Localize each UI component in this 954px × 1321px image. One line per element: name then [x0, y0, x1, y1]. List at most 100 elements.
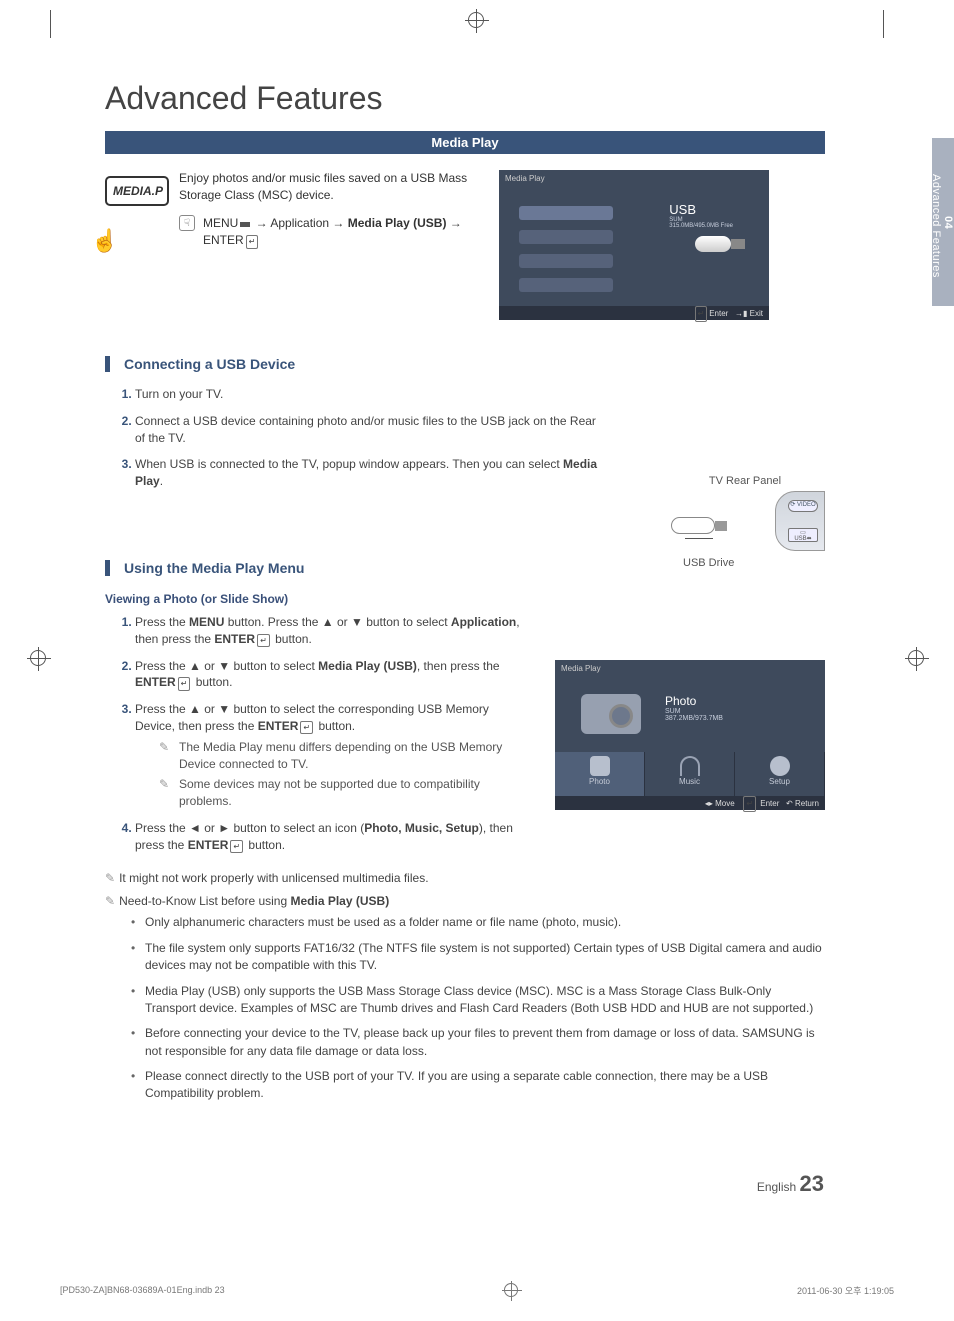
sub-header-viewing: Viewing a Photo (or Slide Show)	[105, 592, 825, 606]
device-row	[519, 278, 613, 292]
registration-mark-icon	[468, 12, 484, 28]
note-icon: ✎	[105, 893, 115, 910]
path-enter: ENTER	[203, 233, 244, 247]
path-mediaplay: Media Play (USB)	[348, 216, 447, 230]
return-icon: ↶	[786, 799, 793, 808]
tab-setup: Setup	[735, 752, 825, 796]
tab-music: Music	[645, 752, 735, 796]
registration-mark-icon	[908, 650, 924, 666]
crop-mark	[50, 10, 51, 38]
remote-button-graphic: MEDIA.P ☝	[105, 170, 169, 254]
connecting-steps: Turn on your TV. Connect a USB device co…	[105, 386, 605, 490]
move-icon: ◂▸	[705, 799, 713, 808]
enter-icon: ↵	[257, 634, 270, 647]
ss1-tag: Media Play	[505, 174, 545, 183]
step-3: When USB is connected to the TV, popup w…	[135, 456, 605, 490]
list-item: Only alphanumeric characters must be use…	[145, 914, 825, 931]
intro-row: MEDIA.P ☝ Enjoy photos and/or music file…	[105, 170, 825, 320]
mediap-button-label: MEDIA.P	[105, 176, 169, 206]
chapter-number: 04	[942, 146, 954, 300]
media-play-screenshot-1: Media Play Device Name USB SUM 315.0MB/4…	[499, 170, 769, 320]
list-item: Before connecting your device to the TV,…	[145, 1025, 825, 1060]
video-port: ⟳ VIDEO	[788, 500, 818, 512]
list-item: Media Play (USB) only supports the USB M…	[145, 983, 825, 1018]
media-tabs: Photo Music Setup	[555, 752, 825, 796]
print-file: [PD530-ZA]BN68-03689A-01Eng.indb 23	[60, 1285, 225, 1295]
menu-step-2: Press the ▲ or ▼ button to select Media …	[135, 658, 525, 692]
note-icon: ✎	[159, 739, 169, 756]
remote-icon: ☟	[179, 215, 195, 231]
photo-info: Photo SUM 387.2MB/973.7MB	[665, 694, 723, 722]
crop-mark	[883, 10, 884, 38]
device-row	[519, 254, 613, 268]
photo-free: 387.2MB/973.7MB	[665, 715, 723, 722]
list-item: Please connect directly to the USB port …	[145, 1068, 825, 1103]
intro-description: Enjoy photos and/or music files saved on…	[179, 170, 485, 205]
photo-sum: SUM	[665, 708, 723, 715]
ss1-footer: ↵Enter →▮ Exit	[499, 306, 769, 320]
usb-port: ▭USB⬌	[788, 528, 818, 542]
enter-icon: ↵	[230, 840, 243, 853]
ss2-tag: Media Play	[561, 664, 601, 673]
menu-step-4: Press the ◄ or ► button to select an ico…	[135, 820, 525, 854]
intro-left: MEDIA.P ☝ Enjoy photos and/or music file…	[105, 170, 485, 320]
print-timestamp: 2011-06-30 오후 1:19:05	[797, 1284, 894, 1297]
enter-icon: ↵	[246, 235, 259, 249]
hand-icon: ☝	[91, 228, 169, 254]
chapter-label: Advanced Features	[930, 146, 942, 306]
registration-mark-icon	[30, 650, 46, 666]
need-to-know-list: Only alphanumeric characters must be use…	[105, 914, 825, 1103]
device-row-selected	[519, 206, 613, 220]
device-row	[519, 230, 613, 244]
enter-icon: ↵	[695, 306, 708, 322]
tab-photo: Photo	[555, 752, 645, 796]
note-need-to-know: ✎Need-to-Know List before using Media Pl…	[105, 893, 825, 910]
enter-icon: ↵	[743, 796, 756, 812]
setup-tab-icon	[770, 756, 790, 776]
list-item: The file system only supports FAT16/32 (…	[145, 940, 825, 975]
usb-free: 315.0MB/495.0MB Free	[669, 223, 733, 229]
device-list	[519, 206, 613, 302]
section-header-connecting: Connecting a USB Device	[105, 356, 825, 372]
usb-drive-label: USB Drive	[683, 557, 734, 569]
menu-step-1: Press the MENU button. Press the ▲ or ▼ …	[135, 614, 525, 648]
music-tab-icon	[680, 756, 700, 776]
ss1-enter: Enter	[709, 309, 728, 318]
exit-icon: →▮	[735, 309, 747, 318]
menu-navigation-path: ☟ MENU → Application → Media Play (USB) …	[179, 215, 485, 250]
page-number: 23	[800, 1171, 824, 1196]
intro-text-block: Enjoy photos and/or music files saved on…	[179, 170, 485, 250]
step3-note-1: ✎The Media Play menu differs depending o…	[135, 739, 525, 773]
rear-panel-graphic: ⟳ VIDEO ▭USB⬌	[775, 491, 825, 551]
photo-tab-icon	[590, 756, 610, 776]
menu-steps: Press the MENU button. Press the ▲ or ▼ …	[105, 614, 525, 854]
chapter-tab: 04 Advanced Features	[932, 138, 954, 306]
registration-mark-icon	[504, 1283, 518, 1297]
photo-title: Photo	[665, 694, 723, 708]
page-footer: English 23	[757, 1171, 824, 1197]
ss2-footer: ◂▸ Move ↵ Enter ↶ Return	[555, 796, 825, 810]
usb-title: USB	[669, 202, 733, 217]
menu-step-3: Press the ▲ or ▼ button to select the co…	[135, 701, 525, 810]
step-1: Turn on your TV.	[135, 386, 605, 403]
section-bar: Media Play	[105, 131, 825, 154]
page-content: Advanced Features Media Play MEDIA.P ☝ E…	[105, 80, 825, 1111]
menu-bars-icon	[240, 222, 250, 226]
path-application: Application	[270, 216, 329, 230]
usb-info: USB SUM 315.0MB/495.0MB Free	[669, 202, 733, 229]
page-title: Advanced Features	[105, 80, 825, 117]
note-icon: ✎	[159, 776, 169, 793]
rear-panel-label: TV Rear Panel	[665, 475, 825, 487]
note-icon: ✎	[105, 870, 115, 887]
usb-drive-graphic	[669, 517, 729, 549]
print-footer: [PD530-ZA]BN68-03689A-01Eng.indb 23 2011…	[60, 1283, 894, 1297]
enter-icon: ↵	[178, 677, 191, 690]
enter-icon: ↵	[300, 721, 313, 734]
step-2: Connect a USB device containing photo an…	[135, 413, 605, 447]
note-unlicensed: ✎It might not work properly with unlicen…	[105, 870, 825, 887]
camera-icon	[581, 694, 641, 734]
media-play-screenshot-2: Media Play Photo SUM 387.2MB/973.7MB Pho…	[555, 660, 825, 810]
rear-panel-diagram: TV Rear Panel ⟳ VIDEO ▭USB⬌ USB Drive	[665, 475, 825, 487]
usb-stick-icon	[685, 232, 745, 256]
path-menu: MENU	[203, 216, 238, 230]
